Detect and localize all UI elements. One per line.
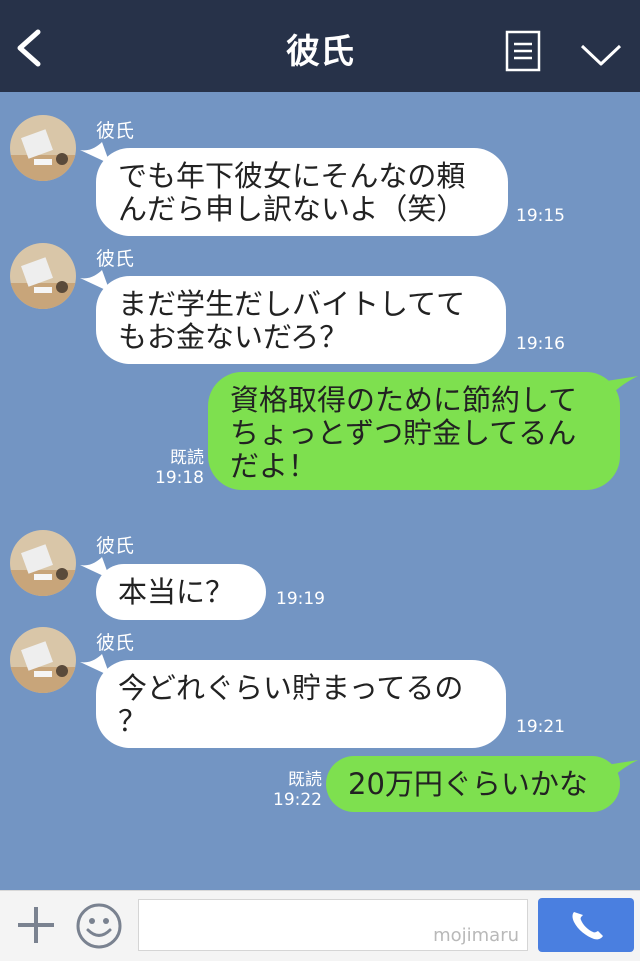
plus-icon[interactable] <box>14 903 58 947</box>
message-time: 19:19 <box>276 589 325 609</box>
message-time: 19:16 <box>516 334 565 354</box>
chat-header: 彼氏 <box>0 0 640 92</box>
sender-name: 彼氏 <box>96 120 135 142</box>
watermark: mojimaru <box>433 925 519 946</box>
outgoing-message: 資格取得のために節約して ちょっとずつ貯金してるん だよ！ <box>208 372 620 490</box>
avatar[interactable] <box>10 627 76 693</box>
call-button[interactable] <box>538 898 634 952</box>
incoming-message: でも年下彼女にそんなの頼 んだら申し訳ないよ（笑） <box>96 148 508 236</box>
note-icon[interactable] <box>505 30 541 72</box>
chat-area[interactable]: 彼氏 でも年下彼女にそんなの頼 んだら申し訳ないよ（笑） 19:15 彼氏 まだ… <box>0 92 640 890</box>
incoming-message: 今どれぐらい貯まってるの ？ <box>96 660 506 748</box>
input-bar: mojimaru <box>0 890 640 961</box>
read-receipt: 既読 19:22 <box>273 770 322 810</box>
incoming-message: 本当に？ <box>96 564 266 620</box>
read-receipt: 既読 19:18 <box>155 448 204 488</box>
emoji-icon[interactable] <box>74 901 124 951</box>
bubble-tail <box>600 376 638 394</box>
avatar[interactable] <box>10 243 76 309</box>
phone-icon <box>572 912 603 940</box>
avatar[interactable] <box>10 115 76 181</box>
sender-name: 彼氏 <box>96 535 135 557</box>
message-input[interactable]: mojimaru <box>138 899 528 951</box>
sender-name: 彼氏 <box>96 248 135 270</box>
message-time: 19:15 <box>516 206 565 226</box>
chat-title: 彼氏 <box>286 32 354 72</box>
incoming-message: まだ学生だしバイトしてて もお金ないだろ？ <box>96 276 506 364</box>
message-time: 19:21 <box>516 717 565 737</box>
bubble-tail <box>600 760 638 778</box>
outgoing-message: 20万円ぐらいかな <box>326 756 620 812</box>
chevron-down-icon[interactable] <box>578 40 624 70</box>
avatar[interactable] <box>10 530 76 596</box>
sender-name: 彼氏 <box>96 632 135 654</box>
